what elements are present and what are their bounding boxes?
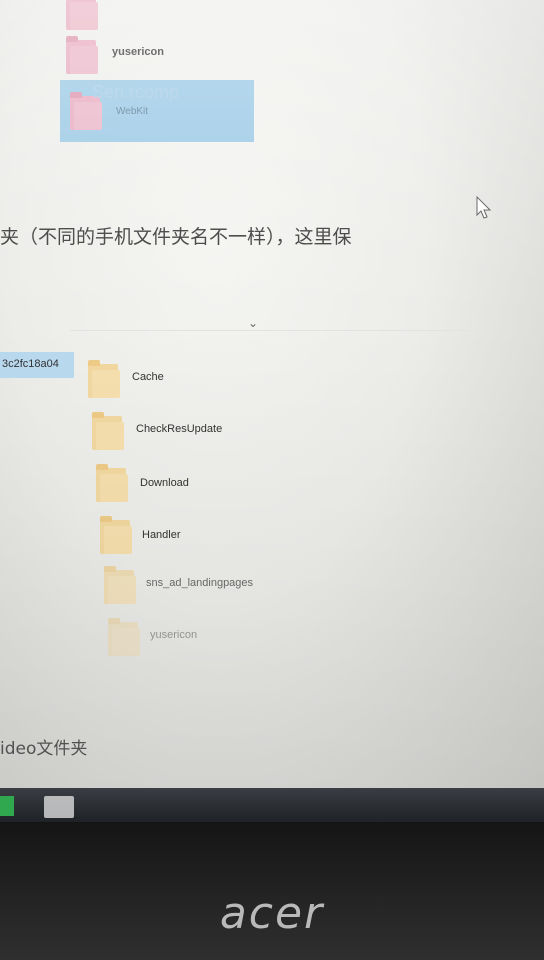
monitor-screen: yusericon Sen.rcomp WebKit 夹（不同的手机文件夹名不一…	[0, 0, 544, 800]
windows-start-icon[interactable]	[0, 796, 14, 816]
chevron-down-icon[interactable]: ⌄	[248, 316, 258, 330]
mouse-pointer-icon	[476, 196, 492, 219]
folder-label-selected[interactable]: Sen.rcomp	[92, 82, 179, 103]
folder-label-yusericon-2[interactable]: yusericon	[150, 629, 197, 641]
instruction-text: 夹（不同的手机文件夹名不一样），这里保	[0, 226, 352, 248]
folder-label-checkresupdate[interactable]: CheckResUpdate	[136, 423, 222, 435]
folder-icon	[100, 516, 134, 554]
folder-label-sns-ad-landingpages[interactable]: sns_ad_landingpages	[146, 577, 253, 589]
folder-icon	[96, 464, 130, 502]
folder-icon	[66, 36, 100, 74]
taskbar	[0, 788, 544, 822]
folder-icon	[104, 566, 138, 604]
folder-icon	[108, 618, 142, 656]
explorer-taskbar-icon[interactable]	[44, 796, 74, 818]
folder-label-download[interactable]: Download	[140, 477, 189, 489]
folder-label-yusericon[interactable]: yusericon	[112, 46, 164, 58]
folder-label-cache[interactable]: Cache	[132, 371, 164, 383]
selected-folder-left[interactable]: 3c2fc18a04	[0, 352, 74, 378]
folder-icon	[92, 412, 126, 450]
bottom-text: ideo文件夹	[0, 739, 88, 759]
brand-logo: acer	[219, 888, 325, 939]
folder-icon	[66, 0, 100, 30]
selected-folder-name: 3c2fc18a04	[2, 358, 59, 370]
folder-sublabel-selected: WebKit	[116, 106, 149, 117]
divider	[70, 330, 470, 331]
folder-icon	[88, 360, 122, 398]
folder-label-handler[interactable]: Handler	[142, 529, 181, 541]
